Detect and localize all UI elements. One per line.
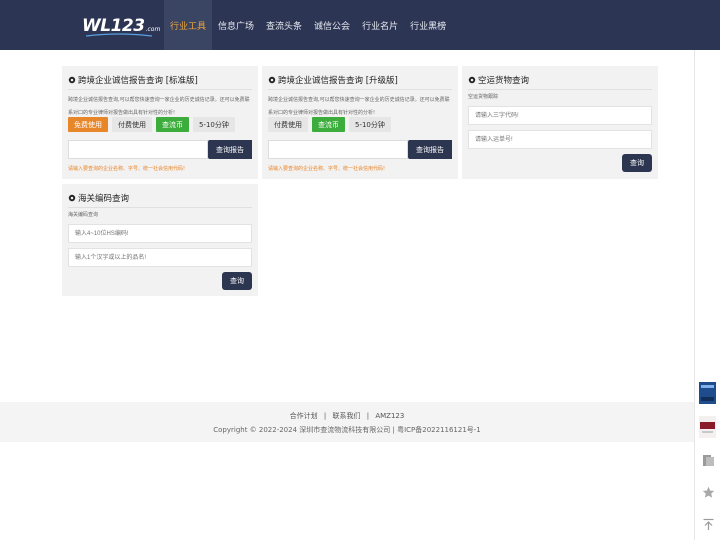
divider bbox=[468, 89, 652, 90]
logo-suffix: .com bbox=[145, 26, 161, 33]
magazine-cover-icon[interactable] bbox=[699, 416, 716, 438]
paid-use-button[interactable]: 付费使用 bbox=[268, 117, 308, 132]
star-icon[interactable] bbox=[702, 486, 715, 499]
query-report-button[interactable]: 查询报告 bbox=[408, 140, 452, 159]
footer-separator: | bbox=[366, 412, 370, 420]
nav-item-business-cards[interactable]: 行业名片 bbox=[356, 0, 404, 50]
card-title: 海关编码查询 bbox=[68, 192, 129, 204]
card-report-standard: 跨境企业诚信报告查询 [标准版] 跨境企业诚信报告查询,可以帮您快速查询一家企业… bbox=[62, 66, 258, 179]
duration-badge: 5-10分钟 bbox=[349, 117, 391, 132]
card-title: 跨境企业诚信报告查询 [标准版] bbox=[68, 74, 198, 86]
nav-item-blacklist[interactable]: 行业黑榜 bbox=[404, 0, 452, 50]
divider bbox=[68, 207, 252, 208]
gear-icon bbox=[68, 76, 76, 84]
top-navbar: WL123 .com 行业工具 信息广场 查流头条 诚信公会 行业名片 行业黑榜 bbox=[0, 0, 720, 50]
logo-swoosh-icon bbox=[85, 33, 153, 37]
coin-badge: 查流币 bbox=[312, 117, 345, 132]
company-search-input[interactable] bbox=[68, 140, 208, 159]
gear-icon bbox=[268, 76, 276, 84]
footer-link-partnership[interactable]: 合作计划 bbox=[290, 412, 318, 420]
card-title: 空运货物查询 bbox=[468, 74, 529, 86]
search-row: 查询报告 bbox=[68, 140, 252, 159]
paid-use-button[interactable]: 付费使用 bbox=[112, 117, 152, 132]
free-use-button[interactable]: 免费使用 bbox=[68, 117, 108, 132]
coin-badge: 查流币 bbox=[156, 117, 189, 132]
three-letter-code-input[interactable] bbox=[468, 106, 652, 125]
gear-icon bbox=[468, 76, 476, 84]
footer-link-contact[interactable]: 联系我们 bbox=[333, 412, 361, 420]
footer-links: 合作计划 | 联系我们 | AMZ123 bbox=[0, 411, 694, 421]
card-title: 跨境企业诚信报告查询 [升级版] bbox=[268, 74, 398, 86]
floating-sidebar bbox=[695, 374, 720, 540]
nav-item-headlines[interactable]: 查流头条 bbox=[260, 0, 308, 50]
card-description: 空运货物跟踪 bbox=[468, 94, 499, 100]
air-query-button[interactable]: 查询 bbox=[622, 154, 652, 172]
nav-item-integrity-guild[interactable]: 诚信公会 bbox=[308, 0, 356, 50]
hs-code-input[interactable] bbox=[68, 224, 252, 243]
document-icon[interactable] bbox=[702, 454, 715, 467]
tag-row: 付费使用 查流币 5-10分钟 bbox=[268, 117, 395, 132]
card-air-cargo: 空运货物查询 空运货物跟踪 查询 bbox=[462, 66, 658, 179]
search-hint: 请输入要查询的企业名称、字号、统一社会信用代码! bbox=[268, 166, 386, 172]
back-to-top-icon[interactable] bbox=[702, 518, 715, 531]
search-row: 查询报告 bbox=[268, 140, 452, 159]
divider bbox=[68, 89, 252, 90]
card-description: 海关编码查询 bbox=[68, 212, 99, 218]
product-name-input[interactable] bbox=[68, 248, 252, 267]
card-report-premium: 跨境企业诚信报告查询 [升级版] 跨境企业诚信报告查询,可以帮您快速查询一家企业… bbox=[262, 66, 458, 179]
duration-badge: 5-10分钟 bbox=[193, 117, 235, 132]
query-report-button[interactable]: 查询报告 bbox=[208, 140, 252, 159]
card-customs-code: 海关编码查询 海关编码查询 查询 bbox=[62, 184, 258, 296]
footer: 合作计划 | 联系我们 | AMZ123 Copyright © 2022-20… bbox=[0, 402, 694, 442]
search-hint: 请输入要查询的企业名称、字号、统一社会信用代码! bbox=[68, 166, 186, 172]
footer-copyright: Copyright © 2022-2024 深圳市查流物流科技有限公司 | 粤I… bbox=[213, 426, 481, 434]
company-search-input[interactable] bbox=[268, 140, 408, 159]
site-logo[interactable]: WL123 .com bbox=[82, 14, 161, 37]
gear-icon bbox=[68, 194, 76, 202]
waybill-number-input[interactable] bbox=[468, 130, 652, 149]
footer-separator: | bbox=[323, 412, 327, 420]
divider bbox=[268, 89, 452, 90]
nav-item-info-square[interactable]: 信息广场 bbox=[212, 0, 260, 50]
nav-item-industry-tools[interactable]: 行业工具 bbox=[164, 0, 213, 50]
main-nav: 行业工具 信息广场 查流头条 诚信公会 行业名片 行业黑榜 bbox=[164, 0, 452, 50]
footer-link-amz123[interactable]: AMZ123 bbox=[375, 412, 404, 420]
customs-query-button[interactable]: 查询 bbox=[222, 272, 252, 290]
book-cover-icon[interactable] bbox=[699, 382, 716, 404]
tag-row: 免费使用 付费使用 查流币 5-10分钟 bbox=[68, 117, 239, 132]
